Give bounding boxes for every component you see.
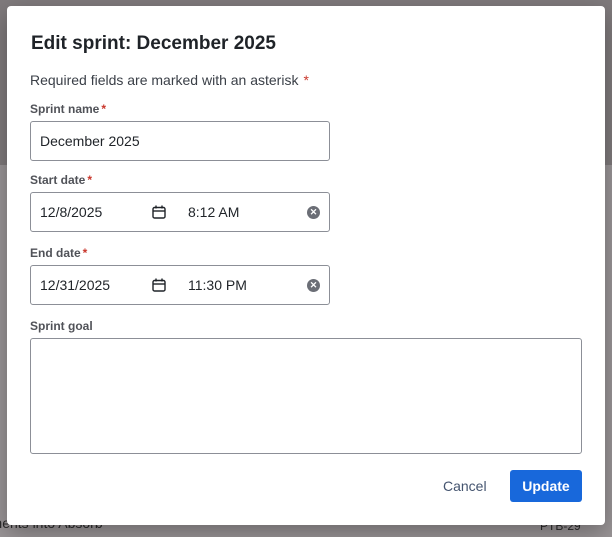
calendar-icon[interactable] — [152, 205, 166, 219]
required-note: Required fields are marked with an aster… — [30, 72, 309, 88]
start-date-input[interactable]: 12/8/2025 — [40, 204, 102, 220]
label-text: End date — [30, 246, 81, 260]
required-asterisk: * — [82, 246, 88, 260]
end-date-input[interactable]: 12/31/2025 — [40, 277, 110, 293]
end-date-field: 12/31/2025 11:30 PM ✕ — [30, 265, 330, 305]
required-note-text: Required fields are marked with an aster… — [30, 72, 299, 88]
end-time-input[interactable]: 11:30 PM — [188, 277, 247, 293]
cancel-button[interactable]: Cancel — [434, 470, 496, 502]
dialog-title: Edit sprint: December 2025 — [31, 33, 276, 54]
edit-sprint-dialog: Edit sprint: December 2025 Required fiel… — [7, 6, 605, 525]
required-asterisk: * — [87, 173, 93, 187]
label-text: Start date — [30, 173, 86, 187]
sprint-goal-label: Sprint goal — [30, 319, 93, 333]
start-date-label: Start date * — [30, 173, 92, 187]
label-text: Sprint name — [30, 102, 100, 116]
start-date-field: 12/8/2025 8:12 AM ✕ — [30, 192, 330, 232]
sprint-goal-textarea[interactable] — [30, 338, 582, 454]
clear-icon[interactable]: ✕ — [307, 278, 320, 292]
end-date-label: End date * — [30, 246, 87, 260]
start-time-input[interactable]: 8:12 AM — [188, 204, 239, 220]
update-button[interactable]: Update — [510, 470, 582, 502]
required-asterisk: * — [303, 72, 309, 88]
sprint-name-value: December 2025 — [40, 133, 140, 149]
required-asterisk: * — [101, 102, 107, 116]
clear-icon[interactable]: ✕ — [307, 205, 320, 219]
calendar-icon[interactable] — [152, 278, 166, 292]
sprint-name-input[interactable]: December 2025 — [30, 121, 330, 161]
sprint-name-label: Sprint name * — [30, 102, 106, 116]
